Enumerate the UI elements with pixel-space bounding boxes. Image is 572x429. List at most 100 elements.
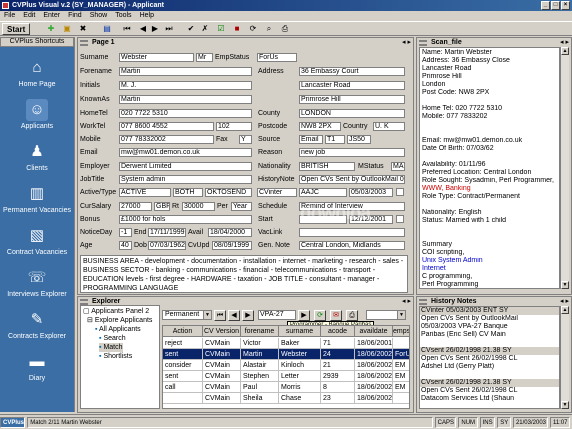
match-table[interactable]: Action CV Version forename surname acode…: [162, 325, 410, 409]
tree-item-all-applicants[interactable]: ▪ All Applicants: [95, 325, 141, 334]
col-acode[interactable]: acode: [321, 326, 355, 337]
nav-interviews-explorer[interactable]: ☏ Interviews Explorer: [0, 267, 74, 298]
nav-diary[interactable]: ▬ Diary: [0, 351, 74, 382]
schedule-field[interactable]: Remind of Interview: [299, 202, 405, 211]
forename-field[interactable]: Martin: [119, 67, 252, 76]
stop-icon[interactable]: ■: [232, 24, 242, 34]
start-button[interactable]: Start: [2, 23, 31, 35]
menu-edit[interactable]: Edit: [23, 11, 35, 21]
tree-item-search[interactable]: ▪ Search: [99, 334, 126, 343]
maximize-button[interactable]: □: [551, 1, 560, 10]
employer-field[interactable]: Derwent Limited: [119, 162, 252, 171]
nav-contract-vacancies[interactable]: ▧ Contract Vacancies: [0, 225, 74, 256]
panel-right-icon[interactable]: ▸: [407, 38, 411, 48]
source-t1-field[interactable]: T1: [325, 135, 345, 144]
tree-item-match[interactable]: ▪ Match: [99, 343, 123, 352]
tree-item-shortlists[interactable]: ▪ Shortlists: [99, 352, 132, 361]
menu-show[interactable]: Show: [90, 11, 108, 21]
next-record-icon[interactable]: ▶: [150, 24, 160, 34]
table-row[interactable]: sent CVMain Stephen Letter 2939 18/06/20…: [163, 371, 409, 382]
panel-right-icon[interactable]: ▸: [407, 297, 411, 307]
cvupd-field[interactable]: 08/09/1999: [212, 241, 252, 250]
save-icon[interactable]: ▤: [102, 24, 112, 34]
history-scrollbar[interactable]: ▲ ▼: [560, 306, 569, 409]
surname-field[interactable]: Webster: [119, 53, 194, 62]
prev-record-icon[interactable]: ◀: [138, 24, 148, 34]
history-entry-header[interactable]: CVsent 26/02/1998 21.38 SY: [420, 379, 559, 387]
post-icon[interactable]: ✔: [186, 24, 196, 34]
oktosend-field[interactable]: OKTOSEND: [205, 188, 252, 197]
table-row[interactable]: call CVMain Paul Morris 8 18/06/2002 EM: [163, 382, 409, 393]
col-forename[interactable]: forename: [241, 326, 279, 337]
source-email-field[interactable]: Email: [299, 135, 323, 144]
menu-file[interactable]: File: [4, 11, 15, 21]
mstatus-field[interactable]: MA: [391, 162, 405, 171]
close-button[interactable]: ×: [561, 1, 570, 10]
address-line3-field[interactable]: Primrose Hill: [299, 95, 405, 104]
cancel-icon[interactable]: ✗: [200, 24, 210, 34]
panel-left-icon[interactable]: ◂: [402, 38, 406, 48]
knownas-field[interactable]: Martin: [119, 95, 252, 104]
avail-field[interactable]: 17/11/1999: [148, 228, 186, 237]
menu-help[interactable]: Help: [140, 11, 154, 21]
scroll-up-icon[interactable]: ▲: [561, 47, 569, 55]
menu-enter[interactable]: Enter: [43, 11, 60, 21]
menu-tools[interactable]: Tools: [115, 11, 131, 21]
nav-contracts-explorer[interactable]: ✎ Contracts Explorer: [0, 309, 74, 340]
vacancy-field[interactable]: VPA-27: [258, 310, 296, 320]
initials-field[interactable]: M. J.: [119, 81, 252, 90]
history-entry-header[interactable]: CVsent 26/02/1998 21.38 SY: [420, 347, 559, 355]
print-icon[interactable]: ⎙: [280, 24, 290, 34]
nav-clients[interactable]: ♟ Clients: [0, 141, 74, 172]
nav-home-page[interactable]: ⌂ Home Page: [0, 57, 74, 88]
table-row-selected[interactable]: sent CVMain Martin Webster 24 18/06/2002…: [163, 349, 409, 360]
scan-document[interactable]: Name: Martin Webster Address: 36 Embassy…: [419, 47, 560, 289]
county-field[interactable]: LONDON: [299, 109, 405, 118]
open-icon[interactable]: ▣: [62, 24, 72, 34]
currency-field[interactable]: GBP: [154, 202, 170, 211]
tree-item-applicants-panel[interactable]: ▢ Applicants Panel 2: [83, 307, 149, 316]
table-row[interactable]: consider CVMain Alastair Kinloch 21 18/0…: [163, 360, 409, 371]
tree-item-explore-applicants[interactable]: ⊟ Explore Applicants: [87, 316, 152, 325]
history-notes[interactable]: CVinter 05/03/2003 ENT SY Open CVs Sent …: [419, 306, 560, 409]
last-record-icon[interactable]: ⏭: [164, 24, 174, 34]
noticeday-field[interactable]: -1: [119, 228, 132, 237]
scan-scrollbar[interactable]: ▲ ▼: [560, 47, 569, 289]
rt-field[interactable]: 30000: [182, 202, 215, 211]
start-checkbox[interactable]: [396, 215, 404, 223]
col-cv-version[interactable]: CV Version: [203, 326, 241, 337]
view-select[interactable]: ▼: [366, 310, 406, 320]
both-field[interactable]: BOTH: [173, 188, 203, 197]
address-line1-field[interactable]: 36 Embassy Court: [299, 67, 405, 76]
col-action[interactable]: Action: [163, 326, 203, 337]
scroll-up-icon[interactable]: ▲: [561, 306, 569, 314]
menu-find[interactable]: Find: [68, 11, 82, 21]
active-field[interactable]: ACTIVE: [119, 188, 171, 197]
refresh-icon[interactable]: ⟳: [248, 24, 258, 34]
col-empstatus[interactable]: empsta: [393, 326, 409, 337]
vaclink-field[interactable]: [299, 228, 405, 237]
historynote-field[interactable]: Open CVs Sent by OutlookMail 05: [299, 175, 405, 184]
worktel-field[interactable]: 077 8600 4552: [119, 122, 214, 131]
bonus-field[interactable]: £1000 for hols: [119, 215, 252, 224]
email-field[interactable]: mw@mw01.demon.co.uk: [119, 148, 252, 157]
explorer-prev-icon[interactable]: ◀: [228, 310, 240, 321]
find-icon[interactable]: ⌕: [264, 24, 274, 34]
first-record-icon[interactable]: ⏮: [122, 24, 132, 34]
cursalary-field[interactable]: 27000: [119, 202, 152, 211]
explorer-first-icon[interactable]: ⏮: [214, 310, 226, 321]
col-surname[interactable]: surname: [279, 326, 321, 337]
filter-select[interactable]: Permanent ▼: [162, 310, 212, 320]
reason-field[interactable]: new job: [299, 148, 405, 157]
dob-field[interactable]: 07/03/1962: [148, 241, 186, 250]
explorer-mail-icon[interactable]: ✉: [330, 310, 342, 321]
minimize-button[interactable]: _: [541, 1, 550, 10]
delete-icon[interactable]: ✖: [78, 24, 88, 34]
col-availdate[interactable]: availdate: [355, 326, 393, 337]
nav-permanent-vacancies[interactable]: ▥ Permanent Vacancies: [0, 183, 74, 214]
history-entry-header[interactable]: CVinter 05/03/2003 ENT SY: [420, 307, 559, 315]
explorer-refresh-icon[interactable]: ⟳: [314, 310, 326, 321]
explorer-print-icon[interactable]: ⎙: [346, 310, 358, 321]
explorer-go-icon[interactable]: ▶: [298, 310, 310, 321]
scroll-down-icon[interactable]: ▼: [561, 281, 569, 289]
